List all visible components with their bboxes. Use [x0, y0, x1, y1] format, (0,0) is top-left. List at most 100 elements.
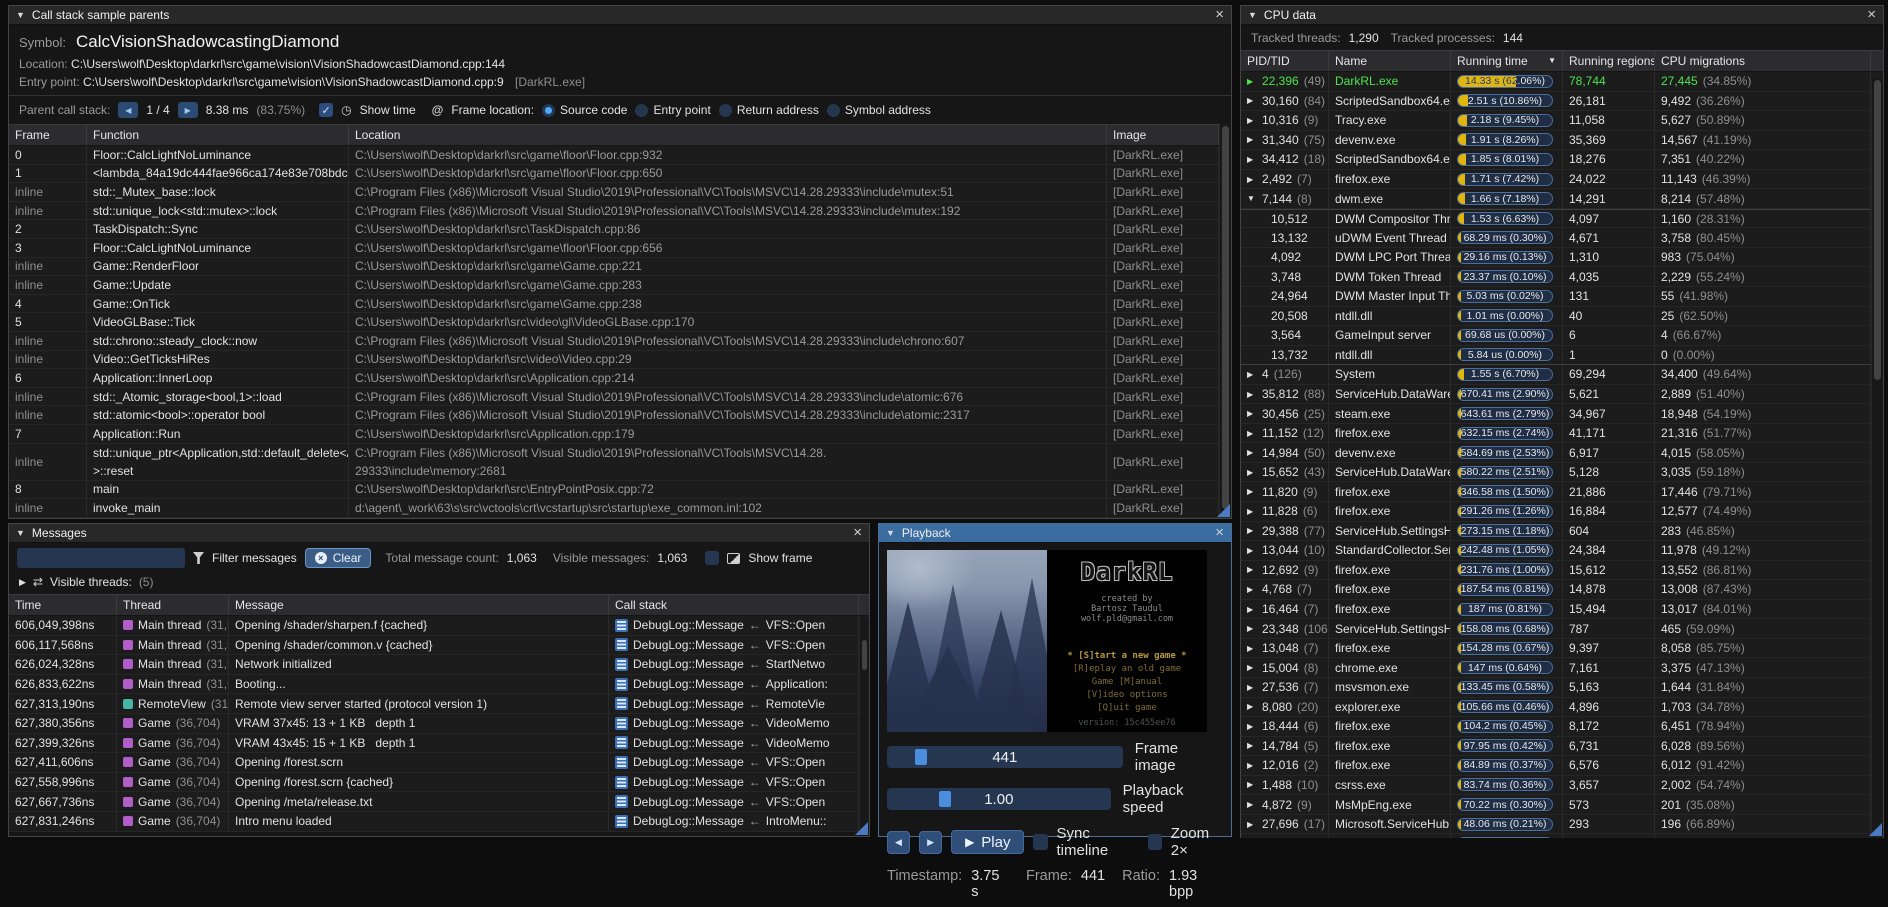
resize-grip[interactable]: [1869, 823, 1882, 836]
table-row[interactable]: 606,049,398nsMain thread(31,596)Opening …: [9, 616, 869, 636]
expand-icon[interactable]: ▶: [1247, 409, 1257, 418]
cpu-titlebar[interactable]: ▼ CPU data ×: [1241, 6, 1883, 25]
message-callstack[interactable]: DebugLog::Message←VFS::Open: [609, 636, 859, 655]
table-row[interactable]: 4Game::OnTickC:\Users\wolf\Desktop\darkr…: [9, 295, 1231, 314]
cpu-col-pid-tid[interactable]: PID/TID: [1241, 51, 1329, 71]
play-button[interactable]: ▶ Play: [951, 830, 1024, 854]
radio-icon[interactable]: [542, 104, 555, 117]
table-row[interactable]: 8mainC:\Users\wolf\Desktop\darkrl\src\En…: [9, 481, 1231, 500]
callstack-titlebar[interactable]: ▼ Call stack sample parents ×: [9, 6, 1231, 25]
table-row[interactable]: ▶15,652(43)ServiceHub.DataWarehou580.22 …: [1241, 463, 1883, 483]
table-row[interactable]: ▶27,536(7)msvsmon.exe133.45 ms (0.58%)13…: [1241, 678, 1883, 698]
callstack-col-frame[interactable]: Frame: [9, 125, 87, 145]
callstack-icon[interactable]: [615, 717, 628, 730]
message-callstack[interactable]: DebugLog::Message←VFS::Open: [609, 616, 859, 635]
close-icon[interactable]: ×: [1215, 9, 1224, 21]
table-row[interactable]: ▶12,692(9)firefox.exe231.76 ms (1.00%)23…: [1241, 561, 1883, 581]
message-filter-input[interactable]: [17, 548, 185, 568]
sync-timeline-checkbox[interactable]: [1033, 834, 1047, 850]
frame-location-radio-entry-point[interactable]: Entry point: [635, 103, 710, 117]
table-row[interactable]: ▶11,152(12)firefox.exe632.15 ms (2.74%)6…: [1241, 424, 1883, 444]
expand-icon[interactable]: ▶: [1247, 722, 1257, 731]
table-row[interactable]: ▶10,316(9)Tracy.exe2.18 s (9.45%)2.18 s …: [1241, 111, 1883, 131]
messages-col-thread[interactable]: Thread: [117, 595, 229, 615]
expand-icon[interactable]: ▶: [1247, 429, 1257, 438]
table-row[interactable]: inlineinvoke_maind:\agent\_work\63\s\src…: [9, 499, 1231, 518]
table-row[interactable]: 627,831,246nsGame(36,704)Intro menu load…: [9, 812, 869, 832]
radio-icon[interactable]: [719, 104, 732, 117]
callstack-icon[interactable]: [615, 815, 628, 828]
table-row[interactable]: 606,117,568nsMain thread(31,596)Opening …: [9, 636, 869, 656]
message-callstack[interactable]: DebugLog::Message←VideoMemo: [609, 714, 859, 733]
frame-image-slider[interactable]: 441: [887, 746, 1123, 768]
table-row[interactable]: ▶11,828(6)firefox.exe291.26 ms (1.26%)29…: [1241, 502, 1883, 522]
table-row[interactable]: ▶27,696(17)Microsoft.ServiceHub.Co48.06 …: [1241, 815, 1883, 835]
collapse-icon[interactable]: ▼: [16, 528, 25, 538]
table-row[interactable]: ▶1,488(10)csrss.exe83.74 ms (0.36%)83.74…: [1241, 776, 1883, 796]
expand-icon[interactable]: ▶: [1247, 780, 1257, 789]
expand-icon[interactable]: ▶: [1247, 468, 1257, 477]
table-row[interactable]: ▶11,820(9)firefox.exe346.58 ms (1.50%)34…: [1241, 482, 1883, 502]
expand-icon[interactable]: ▶: [1247, 546, 1257, 555]
table-row[interactable]: 2TaskDispatch::SyncC:\Users\wolf\Desktop…: [9, 220, 1231, 239]
expand-icon[interactable]: ▶: [1247, 624, 1257, 633]
messages-col-call-stack[interactable]: Call stack: [609, 595, 859, 615]
playback-speed-slider[interactable]: 1.00: [887, 788, 1111, 810]
callstack-icon[interactable]: [615, 756, 628, 769]
collapse-icon[interactable]: ▼: [16, 10, 25, 20]
table-row[interactable]: inlinestd::unique_ptr<Application,std::d…: [9, 444, 1231, 481]
table-row[interactable]: inlinestd::_Mutex_base::lockC:\Program F…: [9, 183, 1231, 202]
resize-grip[interactable]: [1217, 504, 1230, 517]
message-callstack[interactable]: DebugLog::Message←IntroMenu::: [609, 812, 859, 831]
table-row[interactable]: 1<lambda_84a19dc444fae966ca174e83e708bdc…: [9, 165, 1231, 184]
table-row[interactable]: ▶14,784(5)firefox.exe97.95 ms (0.42%)97.…: [1241, 737, 1883, 757]
messages-scrollbar[interactable]: [859, 618, 869, 835]
expand-icon[interactable]: ▶: [1247, 800, 1257, 809]
radio-icon[interactable]: [635, 104, 648, 117]
message-callstack[interactable]: DebugLog::Message←StartNetwo: [609, 655, 859, 674]
prev-frame-button[interactable]: ◀: [887, 831, 910, 854]
table-row[interactable]: 627,399,326nsGame(36,704)VRAM 43x45: 15 …: [9, 734, 869, 754]
table-row[interactable]: 627,380,356nsGame(36,704)VRAM 37x45: 13 …: [9, 714, 869, 734]
table-row[interactable]: ▶30,160(84)ScriptedSandbox64.exe2.51 s (…: [1241, 92, 1883, 112]
callstack-col-image[interactable]: Image: [1107, 125, 1219, 145]
table-row[interactable]: 3,564GameInput server69.68 us (0.00%)69.…: [1241, 326, 1883, 346]
table-row[interactable]: 627,558,996nsGame(36,704)Opening /forest…: [9, 773, 869, 793]
expand-icon[interactable]: ▶: [1247, 702, 1257, 711]
messages-titlebar[interactable]: ▼ Messages ×: [9, 524, 869, 543]
expand-icon[interactable]: ▶: [1247, 683, 1257, 692]
table-row[interactable]: ▶34,412(18)ScriptedSandbox64.exe1.85 s (…: [1241, 150, 1883, 170]
show-time-checkbox[interactable]: [319, 103, 333, 117]
playback-titlebar[interactable]: ▼ Playback ×: [879, 524, 1231, 543]
expand-icon[interactable]: ▶: [1247, 116, 1257, 125]
expand-icon[interactable]: ▶: [1247, 77, 1257, 86]
table-row[interactable]: 6Application::InnerLoopC:\Users\wolf\Des…: [9, 369, 1231, 388]
table-row[interactable]: 13,132uDWM Event Thread68.29 ms (0.30%)6…: [1241, 228, 1883, 248]
table-row[interactable]: inlineGame::UpdateC:\Users\wolf\Desktop\…: [9, 276, 1231, 295]
callstack-icon[interactable]: [615, 795, 628, 808]
expand-icon[interactable]: ▶: [1247, 526, 1257, 535]
frame-location-radio-symbol-address[interactable]: Symbol address: [827, 103, 931, 117]
expand-icon[interactable]: ▶: [1247, 663, 1257, 672]
table-row[interactable]: inlinestd::unique_lock<std::mutex>::lock…: [9, 202, 1231, 221]
table-row[interactable]: ▶16,464(7)firefox.exe187 ms (0.81%)187 m…: [1241, 600, 1883, 620]
table-row[interactable]: 627,667,736nsGame(36,704)Opening /meta/r…: [9, 792, 869, 812]
table-row[interactable]: 10,512DWM Compositor Thread1.53 s (6.63%…: [1241, 209, 1883, 229]
expand-icon[interactable]: ▶: [1247, 644, 1257, 653]
table-row[interactable]: 627,411,606nsGame(36,704)Opening /forest…: [9, 753, 869, 773]
table-row[interactable]: 626,833,622nsMain thread(31,596)Booting.…: [9, 675, 869, 695]
expand-icon[interactable]: ▶: [1247, 155, 1257, 164]
table-row[interactable]: ▶4,872(9)MsMpEng.exe70.22 ms (0.30%)70.2…: [1241, 795, 1883, 815]
table-row[interactable]: 5VideoGLBase::TickC:\Users\wolf\Desktop\…: [9, 313, 1231, 332]
callstack-icon[interactable]: [615, 776, 628, 789]
callstack-icon[interactable]: [615, 697, 628, 710]
expand-icon[interactable]: ▶: [1247, 390, 1257, 399]
table-row[interactable]: 7Application::RunC:\Users\wolf\Desktop\d…: [9, 425, 1231, 444]
table-row[interactable]: ▶8,080(20)explorer.exe105.66 ms (0.46%)1…: [1241, 698, 1883, 718]
table-row[interactable]: inlineVideo::GetTicksHiResC:\Users\wolf\…: [9, 351, 1231, 370]
radio-icon[interactable]: [827, 104, 840, 117]
table-row[interactable]: ▼7,144(8)dwm.exe1.66 s (7.18%)1.66 s (7.…: [1241, 189, 1883, 209]
table-row[interactable]: 3Floor::CalcLightNoLuminanceC:\Users\wol…: [9, 239, 1231, 258]
expand-icon[interactable]: ▶: [19, 577, 26, 588]
collapse-icon[interactable]: ▼: [1247, 194, 1257, 203]
